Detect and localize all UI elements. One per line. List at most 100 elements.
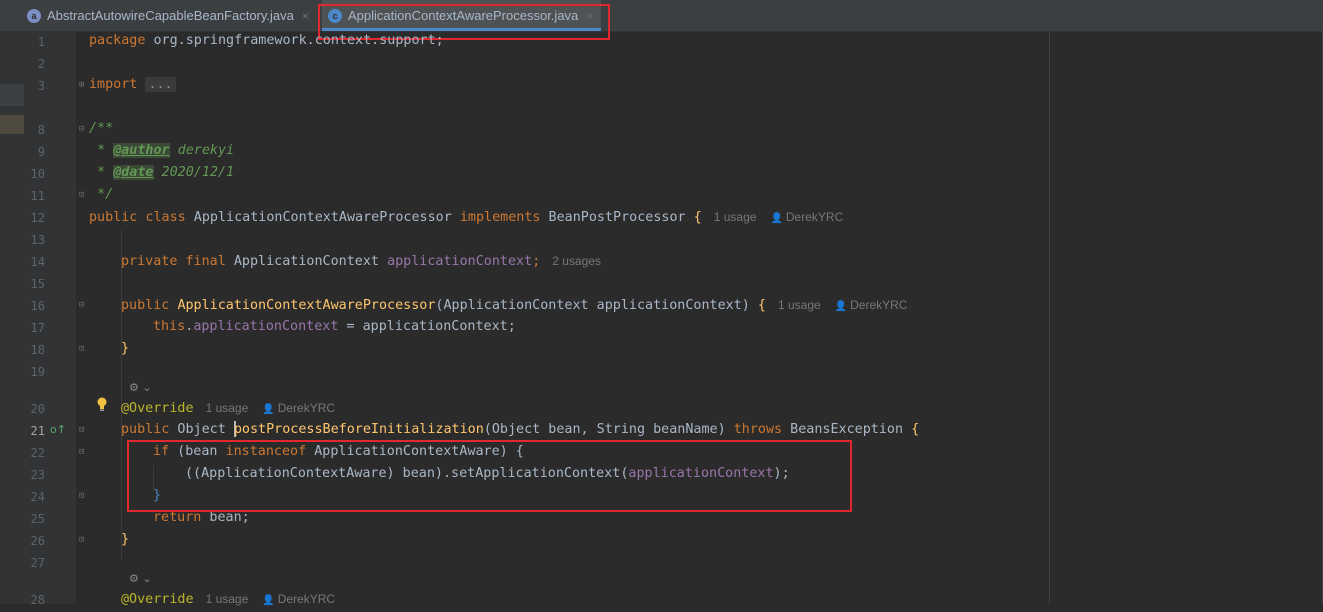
field-name: applicationContext (193, 319, 339, 334)
code-line-assign[interactable]: this.applicationContext = applicationCon… (153, 316, 516, 338)
constructor-params: (ApplicationContext applicationContext) (435, 298, 758, 313)
keyword: public (121, 422, 170, 437)
usage-hint[interactable]: 1 usage (714, 210, 757, 224)
usage-hint[interactable]: 1 usage (206, 401, 249, 415)
doc-tag: @date (113, 165, 154, 180)
usage-hint[interactable]: 2 usages (552, 254, 601, 268)
tab-label: AbstractAutowireCapableBeanFactory.java (47, 8, 294, 23)
tool-strip-marker (0, 115, 24, 134)
fold-end-icon[interactable]: ⊡ (79, 535, 84, 545)
keyword: return (153, 510, 202, 525)
folded-imports[interactable]: ... (145, 77, 176, 92)
brace: { (911, 422, 920, 437)
code-line-override-2[interactable]: @Override 1 usage 👤 DerekYRC (121, 588, 335, 612)
lightbulb-icon[interactable] (96, 397, 108, 412)
semicolon: ; (532, 254, 541, 269)
line-number: 16 (30, 299, 45, 313)
constructor-name: ApplicationContextAwareProcessor (177, 298, 436, 313)
doc-tag: @author (113, 143, 170, 158)
code-line-class-decl[interactable]: public class ApplicationContextAwareProc… (89, 206, 843, 230)
line-number: 25 (30, 512, 45, 526)
highlight-box-code (127, 440, 852, 512)
fold-toggle-icon[interactable]: ⊟ (79, 425, 84, 435)
fold-end-icon[interactable]: ⊡ (79, 491, 84, 501)
code-line-constructor[interactable]: public ApplicationContextAwareProcessor(… (121, 294, 907, 318)
code-line-doc-author[interactable]: * @author derekyi (89, 140, 234, 162)
keyword: import (89, 77, 138, 92)
keyword: private final (121, 254, 226, 269)
code-line-doc-date[interactable]: * @date 2020/12/1 (89, 162, 234, 184)
assignment: = applicationContext; (338, 319, 516, 334)
doc-value: derekyi (169, 143, 235, 158)
fold-end-icon[interactable]: ⊡ (79, 190, 84, 200)
code-line-method-decl[interactable]: public Object postProcessBeforeInitializ… (121, 419, 919, 441)
line-number: 18 (30, 343, 45, 357)
line-number: 13 (30, 233, 45, 247)
keyword: implements (459, 210, 541, 225)
line-number: 24 (30, 490, 45, 504)
exception-type: BeansException (782, 422, 912, 437)
keyword: package (89, 33, 146, 48)
code-line-brace-close[interactable]: } (121, 338, 129, 360)
fold-end-icon[interactable]: ⊡ (79, 344, 84, 354)
user-icon: 👤 (262, 595, 275, 606)
author-hint[interactable]: DerekYRC (850, 298, 907, 312)
line-number: 12 (30, 211, 45, 225)
line-number: 11 (30, 189, 45, 203)
field-type: ApplicationContext (225, 254, 388, 269)
fold-toggle-icon[interactable]: ⊟ (79, 447, 84, 457)
line-number: 26 (30, 534, 45, 548)
line-number: 20 (30, 402, 45, 416)
line-number: 19 (30, 365, 45, 379)
code-line-doc-open[interactable]: /** (89, 118, 113, 140)
left-tool-strip (0, 31, 24, 604)
fold-toggle-icon[interactable]: ⊟ (79, 300, 84, 310)
code-line-field[interactable]: private final ApplicationContext applica… (121, 250, 601, 273)
line-number: 22 (30, 446, 45, 460)
close-icon[interactable]: × (302, 9, 309, 23)
brace: { (693, 210, 702, 225)
field-name: applicationContext (387, 254, 533, 269)
method-name: postProcessBeforeInitialization (233, 422, 484, 437)
code-line-method-close[interactable]: } (121, 529, 129, 551)
line-number: 17 (30, 321, 45, 335)
tab-abstract-autowire-capable-bean-factory[interactable]: a AbstractAutowireCapableBeanFactory.jav… (27, 0, 309, 31)
keyword: this (153, 319, 186, 334)
line-number: 10 (30, 167, 45, 181)
line-number: 15 (30, 277, 45, 291)
author-hint[interactable]: DerekYRC (786, 210, 843, 224)
line-number: 23 (30, 468, 45, 482)
class-name: ApplicationContextAwareProcessor (185, 210, 460, 225)
brace: } (121, 532, 130, 547)
doc-comment: /** (89, 121, 114, 136)
code-line-package[interactable]: package org.springframework.context.supp… (89, 30, 444, 52)
line-number: 2 (37, 57, 45, 71)
fold-toggle-icon[interactable]: ⊟ (79, 124, 84, 134)
doc-star: * (89, 143, 114, 158)
doc-star: * (89, 165, 114, 180)
fold-toggle-icon[interactable]: ⊞ (79, 80, 84, 90)
doc-value: 2020/12/1 (153, 165, 235, 180)
line-number: 1 (37, 35, 45, 49)
annotation: @Override (121, 401, 194, 416)
right-margin-guide (1049, 31, 1050, 604)
inlay-settings-icon[interactable]: ⚙ ⌄ (129, 381, 152, 394)
editor-tab-bar: a AbstractAutowireCapableBeanFactory.jav… (0, 0, 1323, 32)
line-number: 27 (30, 556, 45, 570)
keyword: public (121, 298, 170, 313)
usage-hint[interactable]: 1 usage (778, 298, 821, 312)
brace: } (121, 341, 130, 356)
code-line-import[interactable]: import ... (89, 74, 176, 96)
code-line-override[interactable]: @Override 1 usage 👤 DerekYRC (121, 397, 335, 421)
method-params: (Object bean, String beanName) (483, 422, 734, 437)
override-method-icon[interactable]: o↑ (50, 423, 66, 436)
author-hint[interactable]: DerekYRC (278, 401, 335, 415)
interface-name: BeanPostProcessor (540, 210, 694, 225)
package-name: org.springframework.context.support; (145, 33, 444, 48)
keyword: public class (89, 210, 186, 225)
line-number: 8 (37, 123, 45, 137)
code-line-doc-close[interactable]: */ (89, 184, 113, 206)
keyword: throws (733, 422, 783, 437)
annotation: @Override (121, 592, 194, 607)
inlay-settings-icon[interactable]: ⚙ ⌄ (129, 572, 152, 585)
